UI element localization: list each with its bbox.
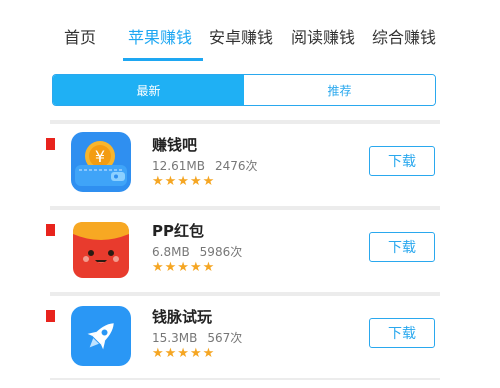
sort-segmented-control: 最新 推荐	[52, 74, 436, 106]
rating-stars: ★★★★★	[152, 346, 216, 361]
download-button[interactable]: 下载	[369, 146, 435, 176]
active-tab-indicator	[123, 58, 203, 61]
category-tabs: 首页 苹果赚钱 安卓赚钱 阅读赚钱 综合赚钱	[0, 0, 500, 62]
list-item[interactable]: 钱脉试玩 15.3MB 567次 ★★★★★ 下载	[0, 296, 500, 382]
segment-recommended[interactable]: 推荐	[244, 75, 435, 105]
tab-apple-earn[interactable]: 苹果赚钱	[128, 28, 192, 48]
download-button[interactable]: 下载	[369, 318, 435, 348]
app-download-count: 2476次	[214, 159, 258, 173]
red-envelope-face-icon	[71, 220, 131, 280]
app-download-count: 5986次	[199, 245, 243, 259]
rank-flag	[46, 224, 55, 236]
list-item[interactable]: ¥ 赚钱吧 12.61MB 2476次 ★★★★★ 下载	[0, 124, 500, 210]
rating-stars: ★★★★★	[152, 174, 216, 189]
svg-text:¥: ¥	[95, 147, 105, 166]
wallet-coin-icon: ¥	[71, 132, 131, 192]
list-divider	[50, 378, 440, 380]
list-item[interactable]: PP红包 6.8MB 5986次 ★★★★★ 下载	[0, 210, 500, 296]
app-name: 钱脉试玩	[152, 308, 213, 326]
tab-reading-earn[interactable]: 阅读赚钱	[291, 28, 355, 48]
app-meta: 15.3MB 567次	[152, 329, 242, 346]
app-meta: 6.8MB 5986次	[152, 243, 242, 260]
rating-stars: ★★★★★	[152, 260, 216, 275]
app-download-count: 567次	[207, 331, 243, 345]
app-name: PP红包	[152, 222, 204, 240]
rocket-icon	[71, 306, 131, 366]
tab-home[interactable]: 首页	[64, 28, 96, 48]
segment-latest[interactable]: 最新	[53, 75, 244, 105]
rank-flag	[46, 138, 55, 150]
app-size: 6.8MB	[152, 245, 190, 259]
tab-general-earn[interactable]: 综合赚钱	[372, 28, 436, 48]
app-size: 12.61MB	[152, 159, 205, 173]
download-button[interactable]: 下载	[369, 232, 435, 262]
rank-flag	[46, 310, 55, 322]
tab-android-earn[interactable]: 安卓赚钱	[209, 28, 273, 48]
app-name: 赚钱吧	[152, 136, 198, 154]
app-meta: 12.61MB 2476次	[152, 157, 258, 174]
app-size: 15.3MB	[152, 331, 198, 345]
